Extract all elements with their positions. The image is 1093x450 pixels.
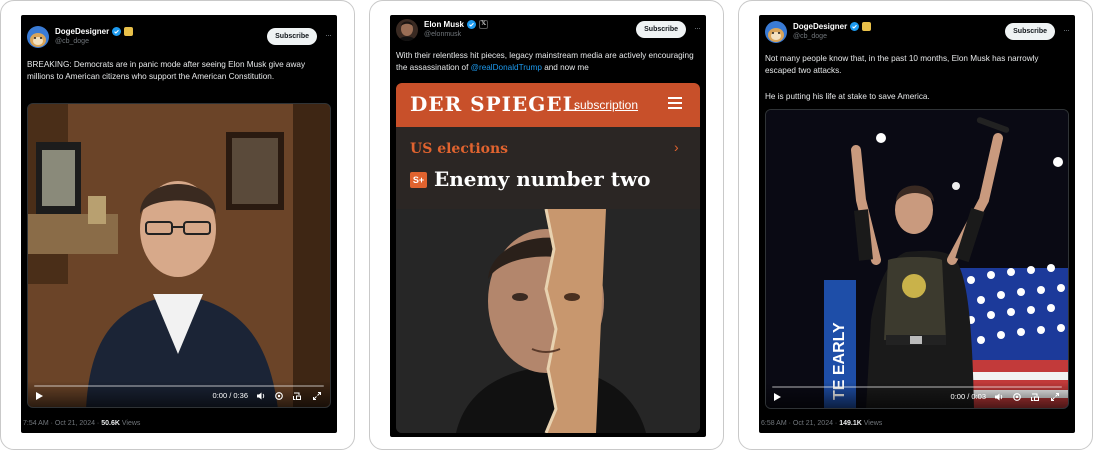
author-handle[interactable]: @cb_doge <box>55 38 89 45</box>
subscribe-button[interactable]: Subscribe <box>1005 23 1055 40</box>
tweet-text-2: He is putting his life at stake to save … <box>765 92 930 101</box>
card-2: Elon Musk 𝕏 @elonmusk Subscribe ··· With… <box>369 0 724 450</box>
view-count: 149.1K <box>839 420 862 427</box>
portrait-illustration <box>396 209 700 433</box>
tweet-timestamp[interactable]: 7:54 AM · Oct 21, 2024 · <box>23 420 101 427</box>
author-name-row[interactable]: DogeDesigner <box>793 22 872 31</box>
video-time: 0:00 / 0:36 <box>212 391 248 400</box>
tweet-3[interactable]: DogeDesigner @cb_doge Subscribe ··· Not … <box>759 15 1075 433</box>
verified-icon <box>467 20 477 29</box>
author-name[interactable]: DogeDesigner <box>55 27 109 36</box>
spiegel-logo: DER SPIEGEL <box>410 92 578 116</box>
tweet-header: DogeDesigner @cb_doge Subscribe ··· <box>27 26 332 52</box>
views-label: Views <box>119 420 141 427</box>
spiegel-image[interactable]: DER SPIEGEL subscription US elections › … <box>396 83 700 433</box>
tweet-meta: 7:54 AM · Oct 21, 2024 · 50.6K Views <box>23 420 140 427</box>
fullscreen-icon[interactable] <box>312 391 322 401</box>
avatar[interactable] <box>765 21 787 43</box>
tweet-timestamp[interactable]: 6:58 AM · Oct 21, 2024 · <box>761 420 839 427</box>
video-player[interactable]: 0:00 / 0:36 <box>27 103 331 408</box>
fullscreen-icon[interactable] <box>1050 392 1060 402</box>
tweet-text: BREAKING: Democrats are in panic mode af… <box>27 60 306 81</box>
tweet-1[interactable]: DogeDesigner @cb_doge Subscribe ··· BREA… <box>21 15 337 433</box>
play-icon[interactable] <box>36 392 43 400</box>
more-icon[interactable]: ··· <box>1063 25 1070 35</box>
subscribe-button[interactable]: Subscribe <box>267 28 317 45</box>
author-name[interactable]: Elon Musk <box>424 20 464 29</box>
verified-icon <box>850 22 860 31</box>
author-name-row[interactable]: Elon Musk 𝕏 <box>424 20 489 29</box>
pip-icon[interactable] <box>1030 392 1040 402</box>
video-frame <box>28 104 330 407</box>
avatar[interactable] <box>27 26 49 48</box>
pip-icon[interactable] <box>292 391 302 401</box>
video-progress-bar[interactable] <box>34 385 324 387</box>
tweet-header: Elon Musk 𝕏 @elonmusk Subscribe ··· <box>396 19 701 45</box>
author-name-row[interactable]: DogeDesigner <box>55 27 134 36</box>
author-handle[interactable]: @cb_doge <box>793 33 827 40</box>
mention-link[interactable]: @realDonaldTrump <box>471 63 542 72</box>
views-label: Views <box>861 420 883 427</box>
view-count: 50.6K <box>101 420 120 427</box>
more-icon[interactable]: ··· <box>325 30 332 40</box>
video-progress-bar[interactable] <box>772 386 1062 388</box>
spiegel-plus-badge: S+ <box>410 172 427 188</box>
spiegel-section: US elections › S+ Enemy number two <box>396 127 700 209</box>
tweet-text-part-2: and now me <box>541 63 589 72</box>
tweet-meta: 6:58 AM · Oct 21, 2024 · 149.1K Views <box>761 420 882 427</box>
settings-icon[interactable] <box>1012 392 1022 402</box>
affiliate-badge-icon <box>124 27 134 36</box>
tweet-2[interactable]: Elon Musk 𝕏 @elonmusk Subscribe ··· With… <box>390 15 706 437</box>
play-icon[interactable] <box>774 393 781 401</box>
author-name[interactable]: DogeDesigner <box>793 22 847 31</box>
video-frame: TE EARLY <box>766 110 1068 408</box>
volume-icon[interactable] <box>256 391 266 401</box>
subscribe-button[interactable]: Subscribe <box>636 21 686 38</box>
verified-icon <box>112 27 122 36</box>
avatar[interactable] <box>396 19 418 41</box>
video-controls: 0:00 / 0:03 <box>766 382 1068 408</box>
x-affiliate-badge-icon: 𝕏 <box>479 20 489 29</box>
author-handle[interactable]: @elonmusk <box>424 31 461 38</box>
video-time: 0:00 / 0:03 <box>950 392 986 401</box>
card-1: DogeDesigner @cb_doge Subscribe ··· BREA… <box>0 0 355 450</box>
spiegel-section-title[interactable]: US elections <box>410 141 508 157</box>
video-controls: 0:00 / 0:36 <box>28 381 330 407</box>
chevron-right-icon[interactable]: › <box>674 139 679 155</box>
tweet-text: With their relentless hit pieces, legacy… <box>396 50 698 74</box>
card-3: DogeDesigner @cb_doge Subscribe ··· Not … <box>738 0 1093 450</box>
tweet-header: DogeDesigner @cb_doge Subscribe ··· <box>765 21 1070 47</box>
spiegel-headline[interactable]: Enemy number two <box>434 167 651 191</box>
affiliate-badge-icon <box>862 22 872 31</box>
video-player[interactable]: TE EARLY 0:00 / 0:03 <box>765 109 1069 409</box>
spiegel-subscription-link[interactable]: subscription <box>574 98 638 112</box>
volume-icon[interactable] <box>994 392 1004 402</box>
menu-icon[interactable] <box>668 97 682 109</box>
spiegel-header-bar: DER SPIEGEL subscription <box>396 83 700 127</box>
settings-icon[interactable] <box>274 391 284 401</box>
tweet-text-1: Not many people know that, in the past 1… <box>765 54 1039 75</box>
more-icon[interactable]: ··· <box>694 23 701 33</box>
